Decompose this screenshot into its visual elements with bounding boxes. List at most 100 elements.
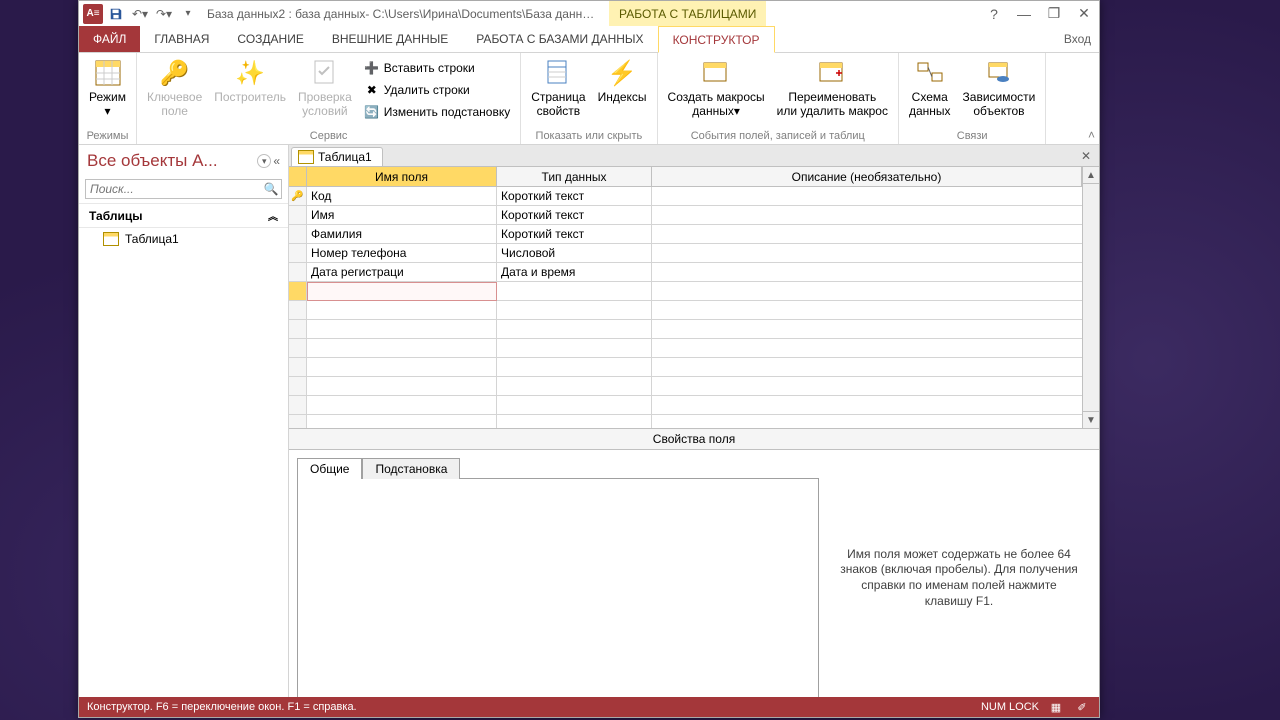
table-row[interactable]: Дата регистрациДата и время <box>289 263 1099 282</box>
search-icon[interactable]: 🔍 <box>261 180 281 198</box>
collapse-ribbon-icon[interactable]: ˄ <box>1088 128 1095 142</box>
table-row[interactable] <box>289 358 1099 377</box>
insert-rows-button[interactable]: ➕Вставить строки <box>360 57 514 79</box>
cell-description[interactable] <box>652 282 1099 301</box>
modify-lookup-button[interactable]: 🔄Изменить подстановку <box>360 101 514 123</box>
table-row[interactable]: ФамилияКороткий текст <box>289 225 1099 244</box>
table-row[interactable] <box>289 320 1099 339</box>
cell-description[interactable] <box>652 263 1099 282</box>
close-button[interactable]: ✕ <box>1069 1 1099 26</box>
help-icon[interactable]: ? <box>979 1 1009 26</box>
tab-design[interactable]: КОНСТРУКТОР <box>658 26 775 53</box>
cell-field-name[interactable]: Фамилия <box>307 225 497 244</box>
cell-data-type[interactable]: Числовой <box>497 244 652 263</box>
row-selector[interactable] <box>289 244 307 263</box>
cell-field-name[interactable] <box>307 339 497 358</box>
cell-description[interactable] <box>652 225 1099 244</box>
cell-description[interactable] <box>652 396 1099 415</box>
nav-menu-icon[interactable]: ▾ <box>257 154 271 168</box>
row-selector[interactable] <box>289 377 307 396</box>
cell-description[interactable] <box>652 339 1099 358</box>
cell-data-type[interactable]: Короткий текст <box>497 187 652 206</box>
row-selector[interactable] <box>289 396 307 415</box>
props-panel[interactable] <box>297 478 819 706</box>
view-button[interactable]: Режим▾ <box>85 55 130 121</box>
table-row[interactable]: ИмяКороткий текст <box>289 206 1099 225</box>
column-field-name[interactable]: Имя поля <box>307 167 497 187</box>
delete-rows-button[interactable]: ✖Удалить строки <box>360 79 514 101</box>
tab-database-tools[interactable]: РАБОТА С БАЗАМИ ДАННЫХ <box>462 26 657 52</box>
cell-description[interactable] <box>652 320 1099 339</box>
close-document-icon[interactable]: ✕ <box>1077 147 1095 165</box>
cell-data-type[interactable] <box>497 282 652 301</box>
scroll-down-icon[interactable]: ▼ <box>1083 411 1099 428</box>
nav-item-table1[interactable]: Таблица1 <box>79 228 288 250</box>
row-selector[interactable] <box>289 263 307 282</box>
indexes-button[interactable]: ⚡ Индексы <box>594 55 651 107</box>
create-data-macros-button[interactable]: Создать макросы данных▾ <box>664 55 769 121</box>
cell-data-type[interactable] <box>497 320 652 339</box>
table-row[interactable]: 🔑КодКороткий текст <box>289 187 1099 206</box>
column-description[interactable]: Описание (необязательно) <box>652 167 1082 187</box>
row-selector[interactable] <box>289 301 307 320</box>
view-datasheet-icon[interactable]: ▦ <box>1047 698 1065 716</box>
cell-description[interactable] <box>652 377 1099 396</box>
document-tab[interactable]: Таблица1 <box>291 147 383 166</box>
row-selector-header[interactable] <box>289 167 307 187</box>
nav-search-input[interactable] <box>86 180 261 198</box>
cell-data-type[interactable] <box>497 339 652 358</box>
cell-field-name[interactable]: Номер телефона <box>307 244 497 263</box>
relationships-button[interactable]: Схема данных <box>905 55 955 121</box>
rename-delete-macro-button[interactable]: Переименовать или удалить макрос <box>773 55 892 121</box>
cell-field-name[interactable]: Имя <box>307 206 497 225</box>
cell-description[interactable] <box>652 244 1099 263</box>
view-design-icon[interactable]: ✐ <box>1073 698 1091 716</box>
save-icon[interactable] <box>105 3 127 25</box>
cell-field-name[interactable] <box>307 396 497 415</box>
cell-description[interactable] <box>652 358 1099 377</box>
cell-description[interactable] <box>652 187 1099 206</box>
scroll-up-icon[interactable]: ▲ <box>1083 167 1099 184</box>
tab-file[interactable]: ФАЙЛ <box>79 26 140 52</box>
row-selector[interactable] <box>289 358 307 377</box>
cell-field-name[interactable]: Дата регистраци <box>307 263 497 282</box>
table-row[interactable] <box>289 415 1099 428</box>
props-tab-lookup[interactable]: Подстановка <box>362 458 460 479</box>
qat-customize-icon[interactable]: ▾ <box>177 3 199 25</box>
tab-external-data[interactable]: ВНЕШНИЕ ДАННЫЕ <box>318 26 462 52</box>
cell-description[interactable] <box>652 206 1099 225</box>
table-row[interactable] <box>289 396 1099 415</box>
props-tab-general[interactable]: Общие <box>297 458 362 479</box>
column-data-type[interactable]: Тип данных <box>497 167 652 187</box>
cell-field-name[interactable] <box>307 282 497 301</box>
tab-home[interactable]: ГЛАВНАЯ <box>140 26 223 52</box>
row-selector[interactable] <box>289 339 307 358</box>
cell-field-name[interactable] <box>307 320 497 339</box>
cell-data-type[interactable] <box>497 377 652 396</box>
undo-icon[interactable]: ↶▾ <box>129 3 151 25</box>
restore-button[interactable]: ❐ <box>1039 1 1069 26</box>
minimize-button[interactable]: — <box>1009 1 1039 26</box>
cell-data-type[interactable]: Короткий текст <box>497 206 652 225</box>
cell-field-name[interactable] <box>307 358 497 377</box>
row-selector[interactable] <box>289 415 307 428</box>
row-selector[interactable] <box>289 225 307 244</box>
cell-field-name[interactable]: Код <box>307 187 497 206</box>
login-link[interactable]: Вход <box>1056 26 1099 52</box>
cell-data-type[interactable] <box>497 396 652 415</box>
row-selector[interactable] <box>289 206 307 225</box>
table-row[interactable]: Номер телефонаЧисловой <box>289 244 1099 263</box>
row-selector[interactable]: 🔑 <box>289 187 307 206</box>
cell-field-name[interactable] <box>307 415 497 428</box>
table-row[interactable] <box>289 282 1099 301</box>
cell-description[interactable] <box>652 415 1099 428</box>
cell-data-type[interactable] <box>497 301 652 320</box>
redo-icon[interactable]: ↷▾ <box>153 3 175 25</box>
cell-data-type[interactable] <box>497 358 652 377</box>
table-row[interactable] <box>289 301 1099 320</box>
table-row[interactable] <box>289 377 1099 396</box>
cell-field-name[interactable] <box>307 301 497 320</box>
vertical-scrollbar[interactable]: ▲ ▼ <box>1082 167 1099 428</box>
cell-data-type[interactable] <box>497 415 652 428</box>
cell-field-name[interactable] <box>307 377 497 396</box>
